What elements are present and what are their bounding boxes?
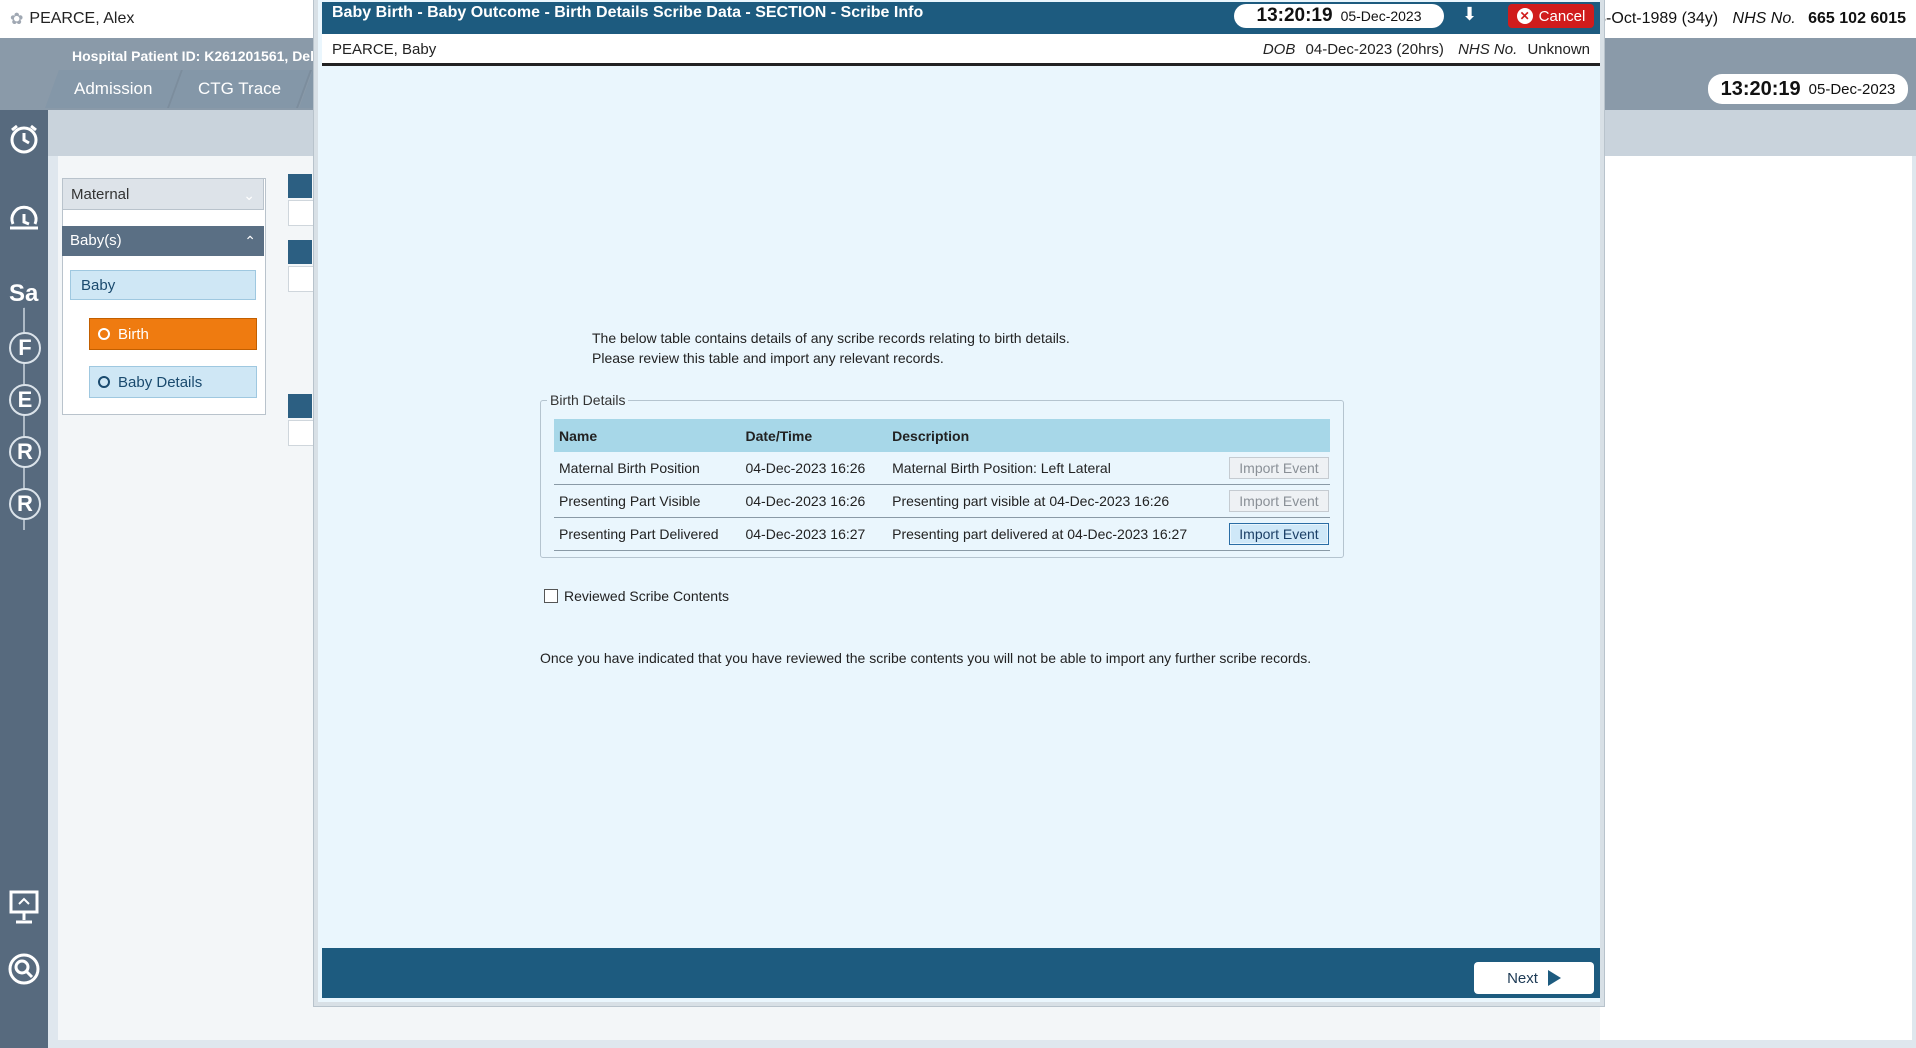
close-icon: ✕ xyxy=(1516,8,1533,24)
cell-datetime: 04-Dec-2023 16:26 xyxy=(740,452,888,485)
circle-icon xyxy=(98,376,110,388)
chevron-down-icon: ⌄ xyxy=(243,187,255,203)
cell-datetime: 04-Dec-2023 16:26 xyxy=(740,484,888,518)
cancel-button[interactable]: ✕ Cancel xyxy=(1508,4,1594,28)
accordion-babies-label: Baby(s) xyxy=(70,232,122,249)
table-row: Maternal Birth Position 04-Dec-2023 16:2… xyxy=(554,452,1330,485)
reviewed-scribe-checkbox[interactable]: Reviewed Scribe Contents xyxy=(544,588,729,604)
patient-dob: 18-Oct-1989 (34y) xyxy=(1588,10,1719,27)
patient-name: ✿ PEARCE, Alex xyxy=(10,9,134,29)
rail-letter-r2[interactable]: R xyxy=(9,488,41,520)
cell-name: Presenting Part Visible xyxy=(554,484,741,518)
baby-name: PEARCE, Baby xyxy=(332,41,437,58)
side-item-baby-details[interactable]: Baby Details xyxy=(89,366,257,398)
checkbox-box[interactable] xyxy=(544,589,558,603)
dialog-header: Baby Birth - Baby Outcome - Birth Detail… xyxy=(322,2,1600,34)
side-item-birth-label: Birth xyxy=(118,326,149,343)
rail-letter-e[interactable]: E xyxy=(9,384,41,416)
scribe-records-table: Name Date/Time Description Maternal Birt… xyxy=(554,419,1330,551)
cell-name: Presenting Part Delivered xyxy=(554,517,741,551)
clock-date: 05-Dec-2023 xyxy=(1808,80,1896,98)
intro-text: The below table contains details of any … xyxy=(592,328,1070,368)
side-item-baby-details-label: Baby Details xyxy=(118,374,203,391)
section-marker xyxy=(288,394,312,418)
review-warning-note: Once you have indicated that you have re… xyxy=(540,650,1312,666)
dialog-footer: Next xyxy=(322,948,1600,998)
import-event-button[interactable]: Import Event xyxy=(1228,490,1329,512)
side-item-baby[interactable]: Baby xyxy=(70,270,256,300)
rail-letter-sa[interactable]: Sa xyxy=(9,280,38,308)
rail-letter-f[interactable]: F xyxy=(9,332,41,364)
side-item-baby-label: Baby xyxy=(81,277,116,294)
flower-icon: ✿ xyxy=(10,11,24,28)
dob-value: 04-Dec-2023 (20hrs) xyxy=(1305,41,1444,58)
header-clock: 13:20:19 05-Dec-2023 xyxy=(1708,74,1908,104)
table-row: Presenting Part Visible 04-Dec-2023 16:2… xyxy=(554,484,1330,518)
side-item-birth[interactable]: Birth xyxy=(89,318,257,350)
section-box xyxy=(288,420,314,446)
baby-banner: PEARCE, Baby DOB 04-Dec-2023 (20hrs) NHS… xyxy=(322,34,1600,66)
import-event-button[interactable]: Import Event xyxy=(1228,523,1329,545)
cell-description: Maternal Birth Position: Left Lateral xyxy=(887,452,1224,485)
birth-details-legend: Birth Details xyxy=(547,392,629,408)
play-arrow-icon xyxy=(1547,970,1561,986)
history-icon[interactable] xyxy=(0,202,48,241)
clock-time: 13:20:19 xyxy=(1720,77,1801,100)
section-box xyxy=(288,266,314,292)
chevron-up-icon: ⌃ xyxy=(244,233,256,249)
section-marker xyxy=(288,240,312,264)
table-header-row: Name Date/Time Description xyxy=(554,419,1330,452)
accordion-maternal-label: Maternal xyxy=(71,186,130,203)
birth-details-group: Birth Details Name Date/Time Description… xyxy=(540,392,1344,558)
tab-admission[interactable]: Admission xyxy=(45,70,184,108)
alarm-clock-icon[interactable] xyxy=(0,122,48,161)
baby-nhs-value: Unknown xyxy=(1527,41,1590,58)
dob-label: DOB xyxy=(1262,41,1296,58)
presentation-icon[interactable] xyxy=(0,888,48,931)
nhs-number: 665 102 6015 xyxy=(1808,10,1906,27)
column-header-name: Name xyxy=(554,419,741,452)
tab-ctg-trace[interactable]: CTG Trace xyxy=(169,70,313,108)
cell-name: Maternal Birth Position xyxy=(554,452,741,485)
cell-description: Presenting part visible at 04-Dec-2023 1… xyxy=(887,484,1224,518)
intro-line-2: Please review this table and import any … xyxy=(592,350,944,366)
table-row: Presenting Part Delivered 04-Dec-2023 16… xyxy=(554,517,1330,551)
dialog-title: Baby Birth - Baby Outcome - Birth Detail… xyxy=(332,4,924,21)
left-rail: Sa F E R R xyxy=(0,110,48,1048)
main-tabs: Admission CTG Trace xyxy=(45,70,359,108)
next-label: Next xyxy=(1507,969,1538,987)
dialog-clock-time: 13:20:19 xyxy=(1256,5,1333,26)
cancel-label: Cancel xyxy=(1538,7,1586,25)
patient-name-text: PEARCE, Alex xyxy=(29,10,135,27)
next-button[interactable]: Next xyxy=(1474,962,1594,994)
cell-description: Presenting part delivered at 04-Dec-2023… xyxy=(887,517,1224,551)
half-circle-icon xyxy=(98,328,110,340)
intro-line-1: The below table contains details of any … xyxy=(592,330,1070,346)
download-icon[interactable]: ⬇ xyxy=(1462,4,1477,25)
right-panel xyxy=(1600,156,1912,1040)
accordion-maternal[interactable]: Maternal ⌄ xyxy=(62,178,264,210)
section-box xyxy=(288,200,314,226)
dialog-clock-date: 05-Dec-2023 xyxy=(1340,8,1422,24)
baby-dob-block: DOB 04-Dec-2023 (20hrs) NHS No. Unknown xyxy=(1253,41,1590,58)
rail-letter-r1[interactable]: R xyxy=(9,436,41,468)
tab-ctg-trace-label: CTG Trace xyxy=(198,79,282,98)
import-event-button[interactable]: Import Event xyxy=(1228,457,1329,479)
accordion-babies[interactable]: Baby(s) ⌃ xyxy=(62,226,264,256)
scribe-info-dialog: Baby Birth - Baby Outcome - Birth Detail… xyxy=(314,0,1604,1006)
tab-admission-label: Admission xyxy=(74,79,153,98)
column-header-action xyxy=(1223,419,1330,452)
section-marker xyxy=(288,174,312,198)
column-header-datetime: Date/Time xyxy=(740,419,888,452)
nhs-label: NHS No. xyxy=(1732,10,1796,27)
cell-datetime: 04-Dec-2023 16:27 xyxy=(740,517,888,551)
reviewed-scribe-label: Reviewed Scribe Contents xyxy=(564,588,729,604)
search-icon[interactable] xyxy=(0,952,48,991)
column-header-description: Description xyxy=(887,419,1224,452)
dialog-clock: 13:20:19 05-Dec-2023 xyxy=(1234,4,1444,28)
baby-nhs-label: NHS No. xyxy=(1458,41,1518,58)
hospital-id: Hospital Patient ID: K261201561, Del xyxy=(72,48,314,64)
patient-details: 18-Oct-1989 (34y) NHS No. 665 102 6015 xyxy=(1588,10,1906,28)
